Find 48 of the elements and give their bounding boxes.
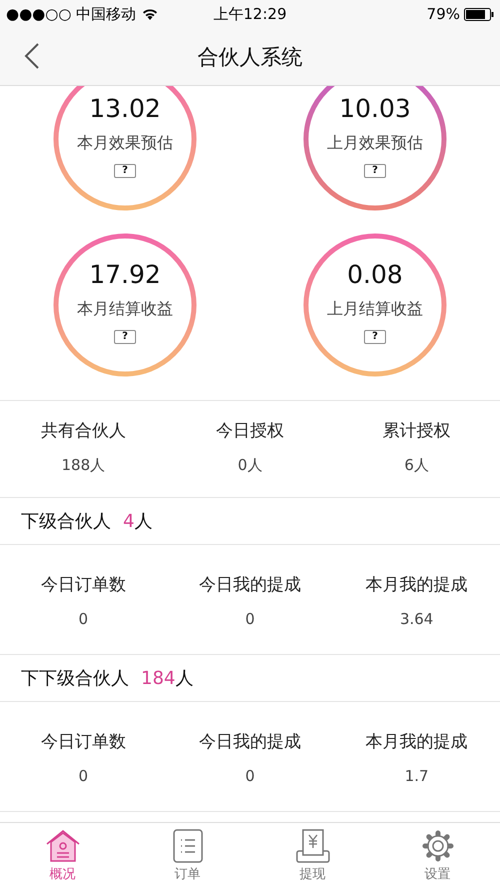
stat-label: 本月我的提成 [364,731,469,753]
carrier-label: ●●●○○ 中国移动 [6,4,136,24]
tab[interactable]: 概况 [0,823,125,889]
group-title: 下级合伙人 [21,510,111,533]
stat-value: 0 [244,610,256,628]
wifi-icon [142,8,158,20]
settings-icon [420,829,454,863]
list-icon [172,829,202,863]
stat-label: 本月我的提成 [364,574,469,596]
stat-value: 0 [244,767,256,785]
tab[interactable]: 订单 [125,823,250,889]
stat-label: 今日订单数 [40,731,127,753]
stat-label: 累计授权 [382,420,452,442]
ring-value: 0.08 [347,260,403,289]
stat-value: 0 [78,767,90,785]
ring-value: 13.02 [89,94,161,123]
stat-value: 1.7 [404,767,430,785]
partner-count: 4人 [123,510,152,533]
group-title: 下下级合伙人 [21,667,129,690]
receipt-icon [296,829,330,863]
stat-value: 3.64 [398,610,434,628]
clock: 上午12:29 [213,4,287,24]
stat-label: 今日我的提成 [198,574,302,596]
help-button[interactable]: ? [364,164,386,178]
ring-label: 本月结算收益 [77,299,173,320]
page-title: 合伙人系统 [196,44,304,70]
help-button[interactable]: ? [114,330,136,344]
stat-label: 今日订单数 [40,574,127,596]
stat-label: 今日授权 [214,420,285,442]
tab[interactable]: 提现 [250,823,375,889]
house-icon [44,829,80,863]
partner-count: 184人 [141,667,194,690]
stat-label: 今日我的提成 [198,731,302,753]
stat-value: 6人 [403,456,430,475]
help-button[interactable]: ? [364,330,386,344]
ring-label: 本月效果预估 [77,133,173,154]
ring-value: 17.92 [89,260,161,289]
ring-value: 10.03 [339,94,411,123]
help-button[interactable]: ? [114,164,136,178]
battery-icon [464,8,494,20]
ring-label: 上月效果预估 [327,133,423,154]
stat-value: 0 [78,610,90,628]
battery-percent: 79% [426,5,460,23]
ring-label: 上月结算收益 [327,299,423,320]
stat-value: 188人 [60,456,106,475]
stat-value: 0人 [236,456,264,475]
tab[interactable]: 设置 [375,823,500,889]
stat-label: 共有合伙人 [40,420,127,442]
